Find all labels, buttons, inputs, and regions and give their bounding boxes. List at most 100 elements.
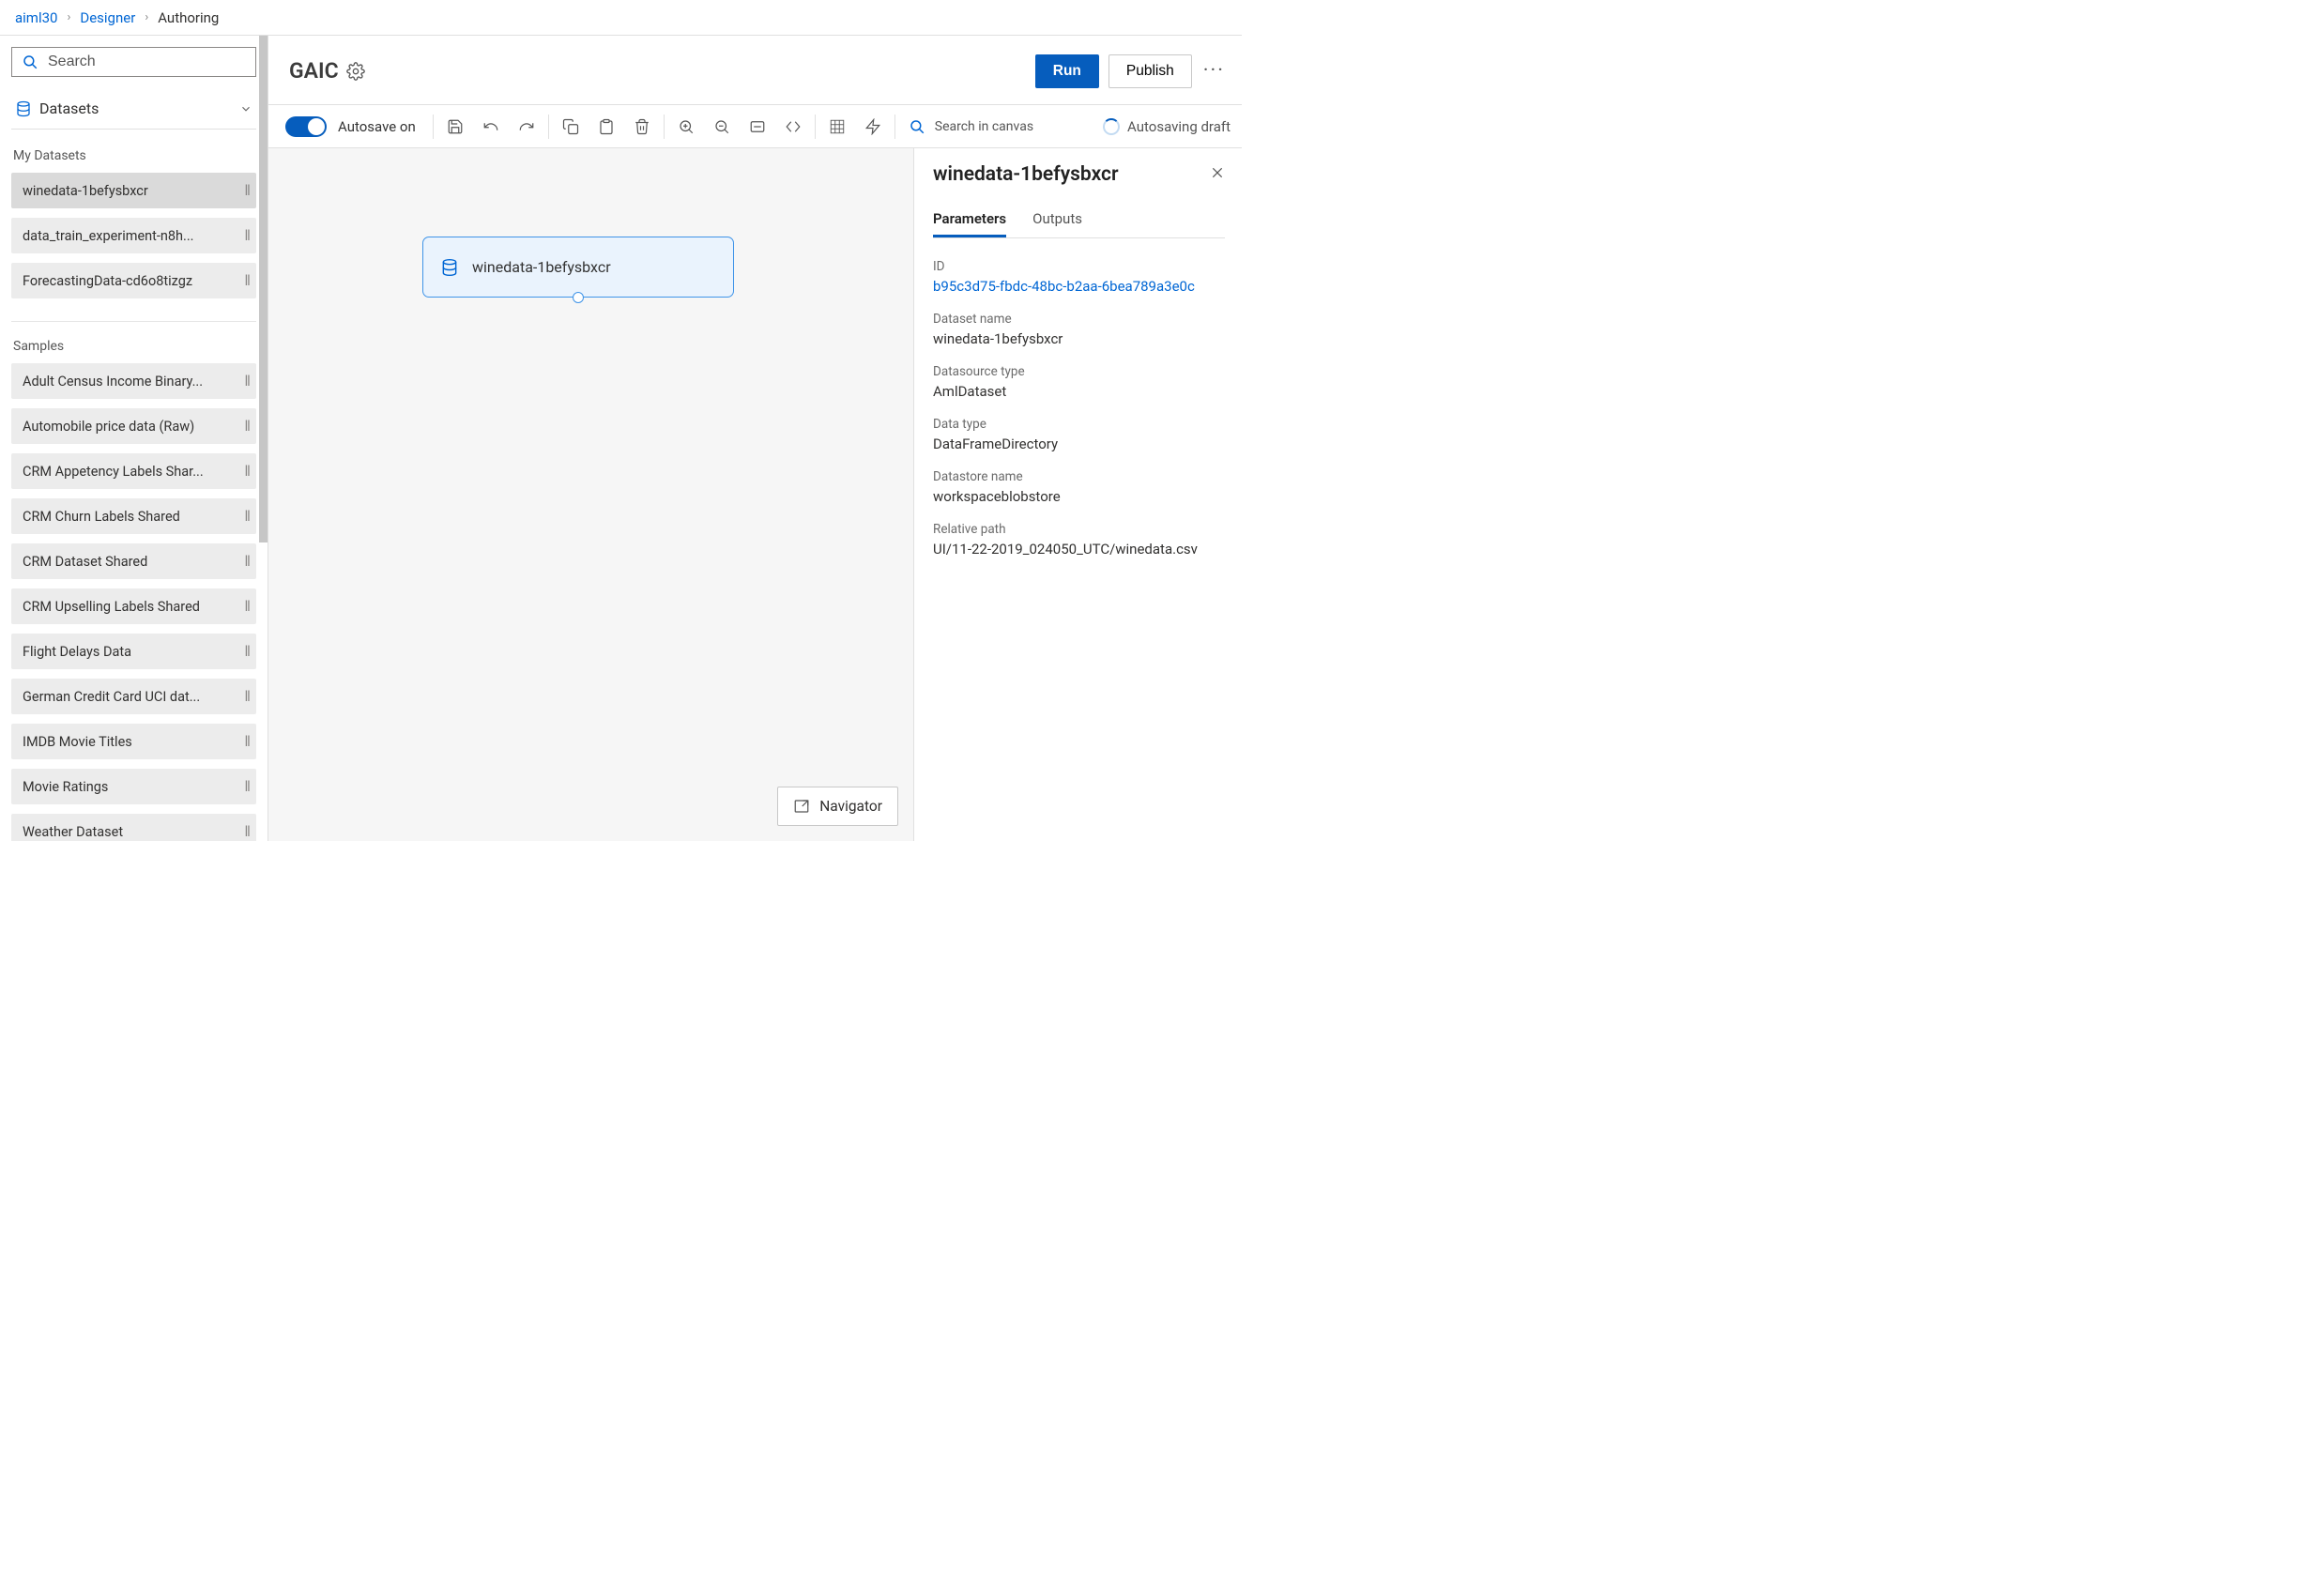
section-samples: Samples: [13, 339, 254, 354]
dataset-item[interactable]: Movie Ratings ‖: [11, 769, 256, 804]
prop-label-datastore-name: Datastore name: [933, 469, 1225, 484]
grip-icon: ‖: [244, 777, 249, 796]
sidebar-search-input[interactable]: [48, 53, 246, 70]
zoom-out-icon[interactable]: [704, 109, 740, 145]
grip-icon: ‖: [244, 417, 249, 436]
paste-icon[interactable]: [589, 109, 624, 145]
dataset-item-label: data_train_experiment-n8h...: [23, 228, 238, 244]
autosave-toggle[interactable]: Autosave on: [276, 116, 429, 137]
grip-icon: ‖: [244, 732, 249, 751]
grip-icon: ‖: [244, 462, 249, 481]
canvas[interactable]: winedata-1befysbxcr Navigator: [268, 148, 913, 841]
workspace: winedata-1befysbxcr Navigator winedata-1…: [268, 148, 1242, 841]
section-my-datasets: My Datasets: [13, 148, 254, 163]
dataset-item[interactable]: CRM Dataset Shared‖: [11, 543, 256, 579]
dataset-item-label: German Credit Card UCI dat...: [23, 689, 238, 705]
details-tabs: Parameters Outputs: [933, 203, 1225, 238]
grip-icon: ‖: [244, 822, 249, 841]
grip-icon: ‖: [244, 271, 249, 290]
close-icon[interactable]: [1210, 165, 1225, 184]
tab-parameters[interactable]: Parameters: [933, 203, 1006, 237]
category-datasets[interactable]: Datasets: [11, 94, 256, 130]
dataset-item[interactable]: data_train_experiment-n8h... ‖: [11, 218, 256, 253]
chevron-right-icon: ›: [67, 10, 70, 24]
run-button[interactable]: Run: [1035, 54, 1099, 88]
tab-outputs[interactable]: Outputs: [1032, 203, 1082, 237]
dataset-item-label: Automobile price data (Raw): [23, 419, 238, 435]
prop-label-data-type: Data type: [933, 417, 1225, 432]
save-icon[interactable]: [437, 109, 473, 145]
divider: [548, 115, 549, 139]
gear-icon[interactable]: [346, 62, 365, 81]
delete-icon[interactable]: [624, 109, 660, 145]
dataset-item[interactable]: ForecastingData-cd6o8tizgz ‖: [11, 263, 256, 298]
dataset-item[interactable]: winedata-1befysbxcr ‖: [11, 173, 256, 208]
prop-value-datastore-name: workspaceblobstore: [933, 488, 1225, 505]
prop-label-datasource-type: Datasource type: [933, 364, 1225, 379]
details-panel: winedata-1befysbxcr Parameters Outputs I…: [913, 148, 1242, 841]
lightning-icon[interactable]: [855, 109, 891, 145]
breadcrumb-link-workspace[interactable]: aiml30: [15, 9, 57, 26]
dataset-item[interactable]: German Credit Card UCI dat... ‖: [11, 679, 256, 714]
category-label: Datasets: [39, 99, 99, 117]
database-icon: [15, 100, 32, 117]
prop-label-relative-path: Relative path: [933, 522, 1225, 537]
zoom-fit-icon[interactable]: [740, 109, 775, 145]
grid-icon[interactable]: [819, 109, 855, 145]
prop-label-id: ID: [933, 259, 1225, 274]
canvas-search[interactable]: Search in canvas: [899, 118, 1103, 135]
navigator-button[interactable]: Navigator: [777, 787, 898, 826]
breadcrumb-current: Authoring: [158, 9, 219, 26]
prop-value-datasource-type: AmlDataset: [933, 383, 1225, 400]
toolbar: Autosave on: [268, 105, 1242, 148]
grip-icon: ‖: [244, 552, 249, 571]
copy-icon[interactable]: [553, 109, 589, 145]
grip-icon: ‖: [244, 597, 249, 616]
properties-list: ID b95c3d75-fbdc-48bc-b2aa-6bea789a3e0c …: [933, 253, 1225, 565]
grip-icon: ‖: [244, 687, 249, 706]
navigator-label: Navigator: [819, 798, 882, 815]
zoom-in-icon[interactable]: [668, 109, 704, 145]
dataset-item-label: Adult Census Income Binary...: [23, 374, 238, 390]
dataset-item[interactable]: Weather Dataset‖: [11, 814, 256, 841]
breadcrumb: aiml30 › Designer › Authoring: [0, 0, 1242, 36]
navigator-icon: [793, 798, 810, 815]
details-title: winedata-1befysbxcr: [933, 163, 1119, 186]
dataset-item[interactable]: IMDB Movie Titles‖: [11, 724, 256, 759]
dataset-item-label: Flight Delays Data: [23, 644, 238, 660]
my-datasets-list: winedata-1befysbxcr ‖ data_train_experim…: [11, 173, 256, 298]
dataset-item[interactable]: Flight Delays Data‖: [11, 634, 256, 669]
sidebar-search[interactable]: [11, 47, 256, 77]
grip-icon: ‖: [244, 226, 249, 245]
divider: [433, 115, 434, 139]
samples-list: Adult Census Income Binary...‖Automobile…: [11, 363, 256, 841]
undo-icon[interactable]: [473, 109, 509, 145]
divider: [664, 115, 665, 139]
dataset-item-label: CRM Appetency Labels Shar...: [23, 464, 238, 480]
sidebar: Datasets My Datasets winedata-1befysbxcr…: [0, 36, 268, 841]
page-header: GAIC Run Publish ···: [268, 36, 1242, 105]
redo-icon[interactable]: [509, 109, 544, 145]
search-icon: [909, 118, 925, 135]
canvas-node-dataset[interactable]: winedata-1befysbxcr: [422, 237, 734, 298]
dataset-item[interactable]: Adult Census Income Binary...‖: [11, 363, 256, 399]
breadcrumb-link-designer[interactable]: Designer: [80, 9, 135, 26]
chevron-right-icon: ›: [145, 10, 148, 24]
page-title: GAIC: [289, 58, 339, 84]
dataset-item[interactable]: CRM Churn Labels Shared‖: [11, 498, 256, 534]
prop-value-id[interactable]: b95c3d75-fbdc-48bc-b2aa-6bea789a3e0c: [933, 278, 1225, 295]
dataset-item-label: CRM Churn Labels Shared: [23, 509, 238, 525]
node-output-port[interactable]: [573, 292, 584, 303]
zoom-actual-icon[interactable]: [775, 109, 811, 145]
toggle-switch[interactable]: [285, 116, 327, 137]
publish-button[interactable]: Publish: [1108, 54, 1192, 88]
dataset-item[interactable]: CRM Upselling Labels Shared ‖: [11, 588, 256, 624]
more-menu-icon[interactable]: ···: [1203, 59, 1225, 83]
dataset-item[interactable]: Automobile price data (Raw) ‖: [11, 408, 256, 444]
dataset-item[interactable]: CRM Appetency Labels Shar... ‖: [11, 453, 256, 489]
canvas-search-placeholder: Search in canvas: [935, 119, 1033, 134]
dataset-item-label: CRM Upselling Labels Shared: [23, 599, 238, 615]
search-icon: [22, 53, 38, 70]
dataset-item-label: Movie Ratings: [23, 779, 238, 795]
scrollbar[interactable]: [259, 36, 268, 542]
